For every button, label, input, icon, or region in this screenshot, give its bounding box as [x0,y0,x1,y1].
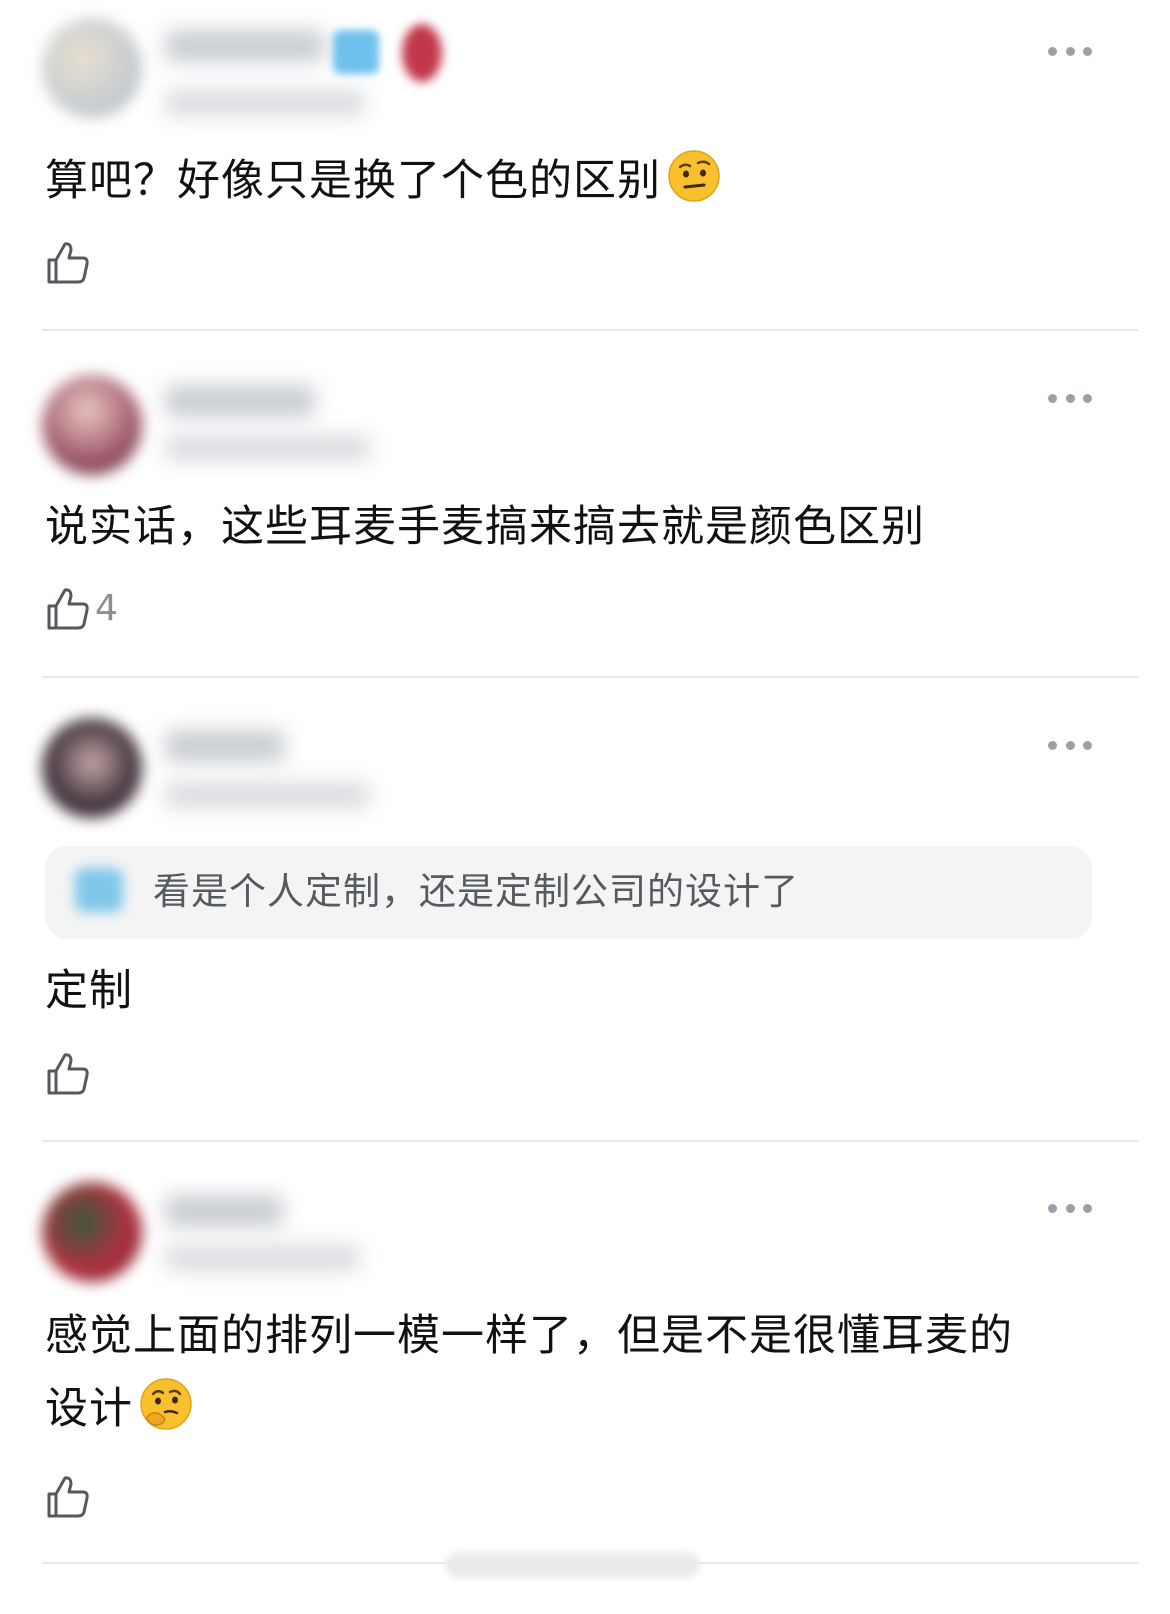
more-dots-icon[interactable] [1048,44,1092,58]
username-blurred[interactable] [165,30,325,62]
more-dots-icon[interactable] [1048,1201,1092,1215]
timestamp-blurred [165,782,370,808]
divider [42,676,1138,678]
raised-eyebrow-emoji [668,150,720,202]
thumbs-up-icon [47,1053,89,1095]
timestamp-blurred [165,1245,360,1271]
thumbs-up-icon [47,242,89,284]
like-button[interactable] [45,1474,95,1520]
avatar[interactable] [42,718,142,818]
more-dots-icon[interactable] [1048,738,1092,752]
thinking-face-emoji [140,1378,192,1430]
comment-text: 感觉上面的排列一模一样了，但是不是很懂耳麦的 设计 [45,1300,1090,1446]
divider [42,329,1138,331]
like-count: 4 [95,588,118,629]
username-blurred[interactable] [165,730,285,762]
comment-text: 定制 [45,966,133,1016]
username-blurred[interactable] [165,1195,283,1227]
timestamp-blurred [165,90,365,116]
username-blurred[interactable] [165,385,315,417]
quoted-user-badge-icon [75,868,123,912]
quoted-reply[interactable]: 看是个人定制，还是定制公司的设计了 [45,846,1092,939]
like-button[interactable] [45,1051,95,1097]
avatar[interactable] [42,18,142,118]
like-button[interactable]: 4 [45,586,118,632]
comment-text-line-2: 设计 [45,1373,1090,1446]
quoted-text: 看是个人定制，还是定制公司的设计了 [153,870,799,913]
comment-text: 说实话，这些耳麦手麦搞来搞去就是颜色区别 [45,502,925,552]
medal-badge-icon [402,24,442,82]
timestamp-blurred [165,435,370,461]
comment-thread: 算吧？好像只是换了个色的区别 说实话，这些耳麦手麦搞来搞去就是颜色区别 4 看是… [0,0,1170,1614]
thumbs-up-icon [47,1476,89,1518]
comment-text: 算吧？好像只是换了个色的区别 [45,145,1090,218]
more-dots-icon[interactable] [1048,391,1092,405]
avatar[interactable] [42,1182,142,1282]
like-button[interactable] [45,240,95,286]
home-indicator[interactable] [445,1552,700,1578]
member-badge-icon [333,30,379,74]
comment-text-line-1: 感觉上面的排列一模一样了，但是不是很懂耳麦的 [45,1311,1013,1361]
thumbs-up-icon [47,588,89,630]
divider [42,1140,1138,1142]
avatar[interactable] [42,375,142,475]
